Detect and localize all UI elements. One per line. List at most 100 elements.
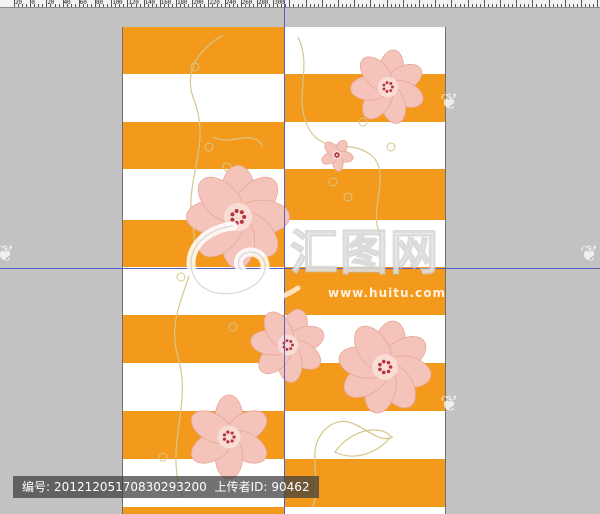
ruler-tick: [257, 0, 258, 7]
ruler-label: 140: [144, 0, 155, 6]
ruler-tick: [184, 4, 186, 7]
ruler-tick: [99, 4, 101, 7]
ruler-tick: [26, 4, 28, 7]
flower-stamen: [285, 339, 289, 343]
ruler-tick: [95, 0, 96, 7]
ruler-tick: [556, 4, 558, 7]
ruler-tick: [252, 4, 254, 7]
ruler-label: 280: [258, 0, 269, 6]
ruler-tick: [333, 4, 335, 7]
ruler-label: 200: [193, 0, 204, 6]
ruler-label: 300: [274, 0, 285, 6]
ruler-tick: [350, 4, 352, 7]
orange-stripe: [123, 507, 284, 514]
ruler-tick: [167, 4, 169, 7]
ruler-tick: [50, 4, 52, 7]
ruler-tick: [471, 4, 473, 7]
watermark-logo-text: 汇图网: [289, 224, 441, 282]
ruler-tick: [410, 4, 412, 7]
ruler-tick: [123, 4, 125, 7]
ruler-tick: [317, 4, 319, 7]
flower-heart: [217, 425, 241, 449]
ruler-tick: [46, 0, 48, 7]
ruler-tick: [212, 4, 214, 7]
horizontal-ruler[interactable]: 20 0 20 40 60 80 100 120 140 160 180 200 220 240 260 28…: [0, 0, 600, 8]
ruler-tick: [309, 4, 311, 7]
ruler-tick: [390, 4, 392, 7]
ruler-tick: [159, 0, 161, 7]
ruler-tick: [321, 0, 323, 7]
ruler-tick: [281, 4, 283, 7]
flower-stamen: [381, 359, 386, 364]
ruler-tick: [362, 4, 364, 7]
ruler-label: 120: [128, 0, 139, 6]
orange-stripe: [123, 122, 284, 169]
ruler-tick: [248, 4, 250, 7]
ruler-tick: [402, 0, 404, 7]
ruler-tick: [423, 4, 425, 7]
watermark-leaf-icon: ❦: [580, 242, 599, 267]
ruler-label: 180: [177, 0, 188, 6]
ruler-tick: [107, 4, 109, 7]
ruler-tick: [143, 0, 145, 7]
ruler-tick: [512, 4, 514, 7]
ruler-tick: [467, 0, 469, 7]
ruler-tick: [374, 4, 376, 7]
flower-stamen: [389, 89, 393, 92]
ruler-tick: [370, 0, 372, 7]
ruler-tick: [451, 0, 453, 7]
ruler-tick: [455, 4, 457, 7]
flower-stamen: [334, 154, 337, 157]
ruler-tick: [38, 4, 40, 7]
ruler-tick: [544, 4, 546, 7]
ruler-tick: [163, 4, 165, 7]
ruler-tick: [358, 4, 360, 7]
ruler-tick: [560, 4, 562, 7]
ruler-tick: [313, 4, 315, 7]
ruler-tick: [463, 4, 465, 7]
ruler-tick: [34, 4, 36, 7]
ruler-tick: [431, 4, 433, 7]
flower-stamen: [388, 365, 393, 369]
ruler-tick: [568, 4, 570, 7]
flower-stamen: [222, 437, 227, 441]
floret-outline: [386, 142, 396, 152]
ruler-tick: [58, 4, 60, 7]
ruler-tick: [532, 0, 534, 7]
ruler-tick: [155, 4, 157, 7]
ruler-tick: [435, 0, 437, 7]
flower-stamen: [385, 81, 389, 85]
watermark-url: www.huitu.com: [328, 286, 446, 300]
flower-stamen: [222, 433, 227, 437]
ruler-tick: [220, 4, 222, 7]
ruler-tick: [524, 4, 526, 7]
ruler-tick: [475, 4, 477, 7]
ruler-tick: [491, 4, 493, 7]
ruler-tick: [427, 4, 429, 7]
flower-stamen: [386, 369, 391, 374]
ruler-tick: [62, 0, 64, 7]
flower-stamen: [234, 209, 239, 213]
ruler-tick: [414, 4, 416, 7]
flower-stamen: [378, 362, 382, 367]
flower-stamen: [382, 83, 386, 87]
ruler-tick: [151, 4, 153, 7]
ruler-tick: [42, 4, 44, 7]
ruler-tick: [240, 0, 242, 7]
ruler-tick: [115, 4, 117, 7]
flower-stamen: [337, 155, 340, 158]
ruler-tick: [394, 4, 396, 7]
ruler-tick: [483, 0, 485, 7]
ruler-label: 100: [112, 0, 123, 6]
ruler-tick: [135, 4, 137, 7]
watermark-leaf-icon: ❦: [440, 90, 459, 115]
ruler-tick: [261, 4, 263, 7]
ruler-tick: [224, 0, 226, 7]
ruler-tick: [216, 4, 218, 7]
ruler-label: 240: [225, 0, 236, 6]
ruler-tick: [188, 4, 190, 7]
watermark-logo: 汇图网 www.huitu.com: [178, 218, 460, 308]
ruler-tick: [147, 4, 149, 7]
flower-stamen: [386, 360, 391, 365]
ruler-tick: [459, 4, 461, 7]
